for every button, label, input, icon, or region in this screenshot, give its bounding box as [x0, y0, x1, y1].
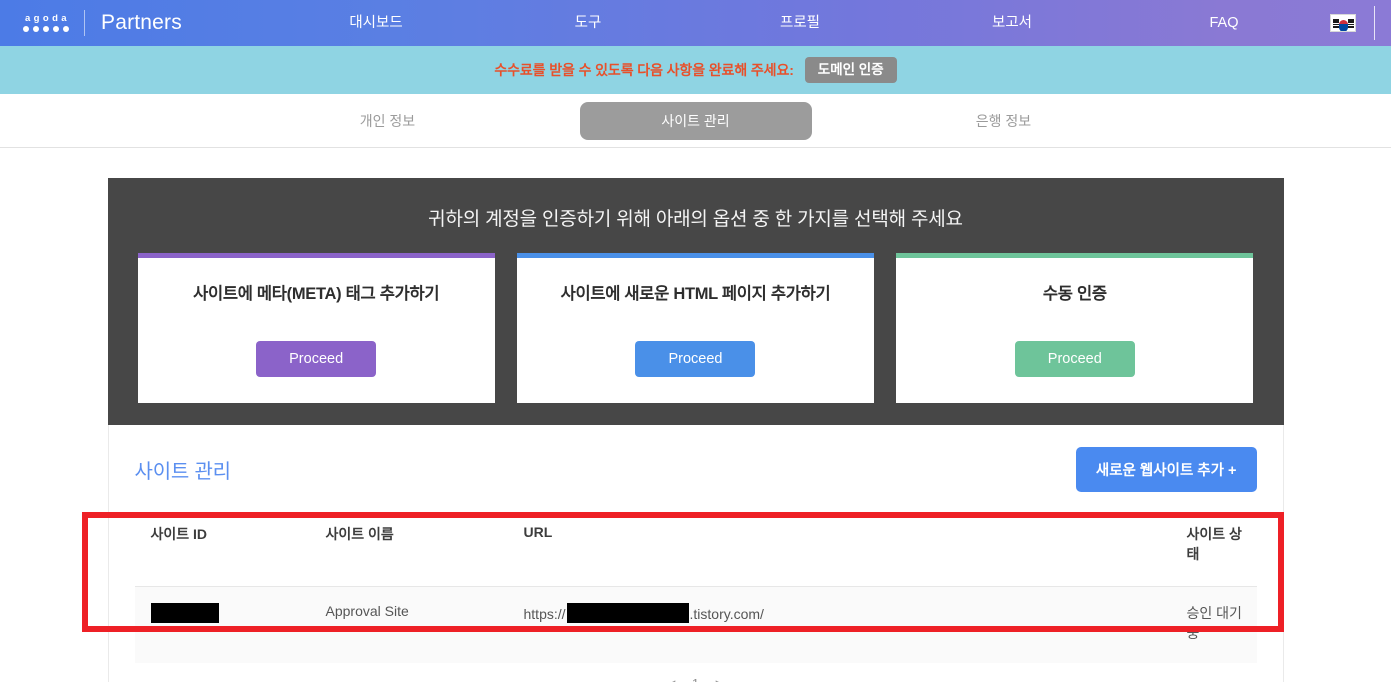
proceed-button-manual[interactable]: Proceed	[1014, 341, 1135, 377]
profile-tabs: 개인 정보 사이트 관리 은행 정보	[196, 101, 1196, 140]
page-body: 귀하의 계정을 인증하기 위해 아래의 옵션 중 한 가지를 선택해 주세요 사…	[0, 148, 1391, 682]
tab-bank-info[interactable]: 은행 정보	[812, 102, 1196, 140]
sites-table-head: 사이트 ID 사이트 이름 URL 사이트 상태	[134, 518, 1257, 587]
column-header-site-status[interactable]: 사이트 상태	[1170, 518, 1257, 587]
url-prefix: https://	[523, 606, 566, 622]
proceed-button-html-page[interactable]: Proceed	[635, 341, 756, 377]
completion-banner: 수수료를 받을 수 있도록 다음 사항을 완료해 주세요: 도메인 인증	[0, 46, 1391, 94]
banner-message: 수수료를 받을 수 있도록 다음 사항을 완료해 주세요:	[494, 62, 794, 78]
site-management-header: 사이트 관리 새로운 웹사이트 추가 +	[135, 447, 1257, 492]
verification-card-html-page[interactable]: 사이트에 새로운 HTML 페이지 추가하기 Proceed	[516, 253, 875, 403]
pagination: ◄ 1 ►	[135, 677, 1257, 682]
proceed-button-meta-tag[interactable]: Proceed	[256, 341, 377, 377]
nav-item-profile[interactable]: 프로필	[694, 0, 906, 46]
site-management-heading: 사이트 관리	[134, 461, 232, 483]
card-title-html-page: 사이트에 새로운 HTML 페이지 추가하기	[560, 285, 831, 303]
table-row[interactable]: Approval Site https:// .tistory.com/ 승인 대…	[134, 586, 1257, 663]
agoda-dots-icon	[22, 25, 70, 33]
redacted-site-id	[150, 603, 219, 623]
column-header-site-id[interactable]: 사이트 ID	[134, 518, 310, 587]
sites-table-body: Approval Site https:// .tistory.com/ 승인 대…	[134, 586, 1257, 663]
verification-panel: 귀하의 계정을 인증하기 위해 아래의 옵션 중 한 가지를 선택해 주세요 사…	[107, 178, 1284, 425]
verification-card-meta-tag[interactable]: 사이트에 메타(META) 태그 추가하기 Proceed	[137, 253, 495, 403]
status-badge: 승인 대기 중	[1170, 586, 1257, 663]
tab-site-management[interactable]: 사이트 관리	[579, 101, 812, 140]
nav-links: 대시보드 도구 프로필 보고서 FAQ	[270, 0, 1330, 46]
table-header-row: 사이트 ID 사이트 이름 URL 사이트 상태	[134, 518, 1257, 587]
nav-right-cluster	[1330, 6, 1391, 40]
pagination-next-icon[interactable]: ►	[713, 677, 726, 682]
nav-item-dashboard[interactable]: 대시보드	[270, 0, 482, 46]
verification-title: 귀하의 계정을 인증하기 위해 아래의 옵션 중 한 가지를 선택해 주세요	[428, 209, 963, 230]
cell-site-id	[134, 586, 310, 663]
add-new-website-button[interactable]: 새로운 웹사이트 추가 +	[1075, 447, 1257, 492]
redacted-url-domain	[566, 603, 689, 623]
verification-cards: 사이트에 메타(META) 태그 추가하기 Proceed 사이트에 새로운 H…	[137, 253, 1254, 403]
top-navbar: agoda Partners 대시보드 도구 프로필 보고서 FAQ	[0, 0, 1391, 46]
column-header-site-name[interactable]: 사이트 이름	[309, 518, 508, 587]
partners-label: Partners	[100, 11, 182, 34]
agoda-logo-icon: agoda	[22, 14, 70, 33]
nav-edge-divider	[1374, 6, 1375, 40]
content-container: 귀하의 계정을 인증하기 위해 아래의 옵션 중 한 가지를 선택해 주세요 사…	[81, 178, 1284, 682]
card-title-manual: 수동 인증	[1042, 285, 1107, 303]
brand-logo[interactable]: agoda Partners	[0, 10, 270, 36]
profile-tabs-bar: 개인 정보 사이트 관리 은행 정보	[0, 94, 1391, 148]
card-title-meta-tag: 사이트에 메타(META) 태그 추가하기	[193, 285, 440, 303]
nav-item-tools[interactable]: 도구	[482, 0, 694, 46]
url-suffix: .tistory.com/	[689, 606, 764, 622]
tab-personal-info[interactable]: 개인 정보	[196, 102, 580, 140]
site-management-panel: 사이트 관리 새로운 웹사이트 추가 + 사이트 ID 사이트 이름 URL 사…	[107, 425, 1284, 682]
agoda-wordmark: agoda	[25, 12, 70, 24]
nav-item-faq[interactable]: FAQ	[1118, 0, 1330, 46]
column-header-url[interactable]: URL	[507, 518, 1171, 587]
cell-site-name: Approval Site	[309, 586, 508, 663]
cell-url: https:// .tistory.com/	[507, 586, 1171, 663]
domain-verification-badge[interactable]: 도메인 인증	[804, 56, 897, 84]
nav-item-reports[interactable]: 보고서	[906, 0, 1118, 46]
sites-table: 사이트 ID 사이트 이름 URL 사이트 상태 Approval Site h…	[134, 518, 1257, 663]
verification-card-manual[interactable]: 수동 인증 Proceed	[896, 253, 1254, 403]
korea-flag-icon[interactable]	[1330, 14, 1356, 32]
brand-divider	[83, 10, 85, 36]
pagination-page-number[interactable]: 1	[692, 677, 699, 682]
pagination-prev-icon[interactable]: ◄	[665, 677, 678, 682]
